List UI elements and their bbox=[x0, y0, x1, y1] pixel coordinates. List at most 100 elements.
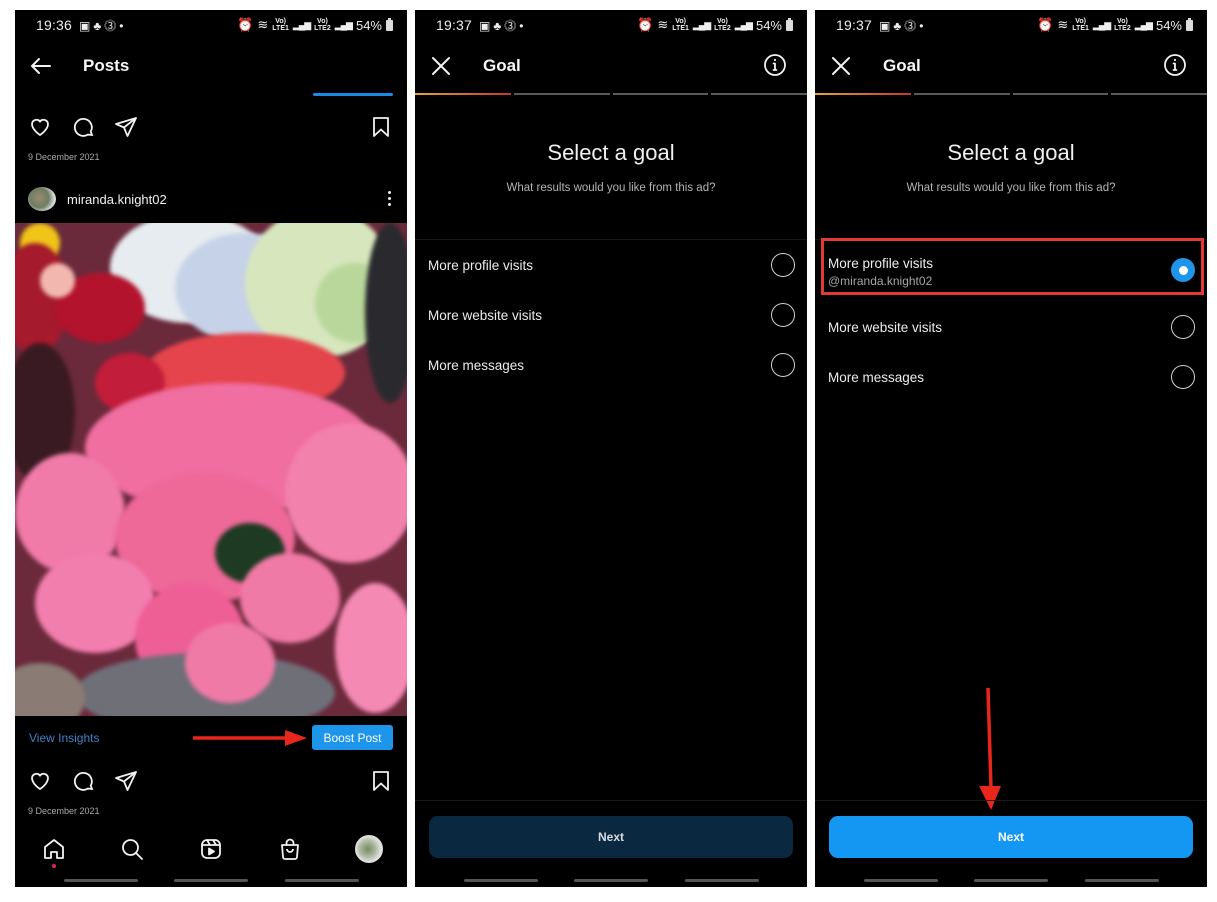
nav-home[interactable] bbox=[39, 834, 69, 864]
back-arrow-icon[interactable] bbox=[29, 54, 53, 78]
step-progress-bar bbox=[415, 93, 807, 95]
bottom-navigation bbox=[15, 830, 407, 870]
nav-search[interactable] bbox=[117, 834, 147, 864]
share-send-icon[interactable] bbox=[114, 115, 138, 139]
status-bar: 19:37 ▣♣⓷• ⏰ ≋ Vo) LTE1 ▂▄▆ Vo) LTE2 ▂▄▆ 54% bbox=[415, 10, 807, 40]
nav-reels[interactable] bbox=[196, 834, 226, 864]
gallery-icon: ▣ bbox=[79, 19, 94, 33]
battery-percent: 54% bbox=[355, 17, 382, 33]
goal-option-messages[interactable]: More messages bbox=[415, 340, 807, 390]
notification-icon: ♣ bbox=[493, 19, 505, 33]
info-icon[interactable] bbox=[763, 53, 787, 77]
page-title: Goal bbox=[483, 56, 521, 75]
close-icon[interactable] bbox=[829, 54, 853, 78]
shield-icon: ⓷ bbox=[504, 19, 520, 33]
system-nav-bar bbox=[174, 879, 248, 882]
dot-icon: • bbox=[919, 19, 927, 33]
lte2-label: Vo) LTE2 bbox=[714, 18, 731, 32]
annotation-arrow-right bbox=[193, 730, 307, 746]
shield-icon: ⓷ bbox=[104, 19, 120, 33]
status-notification-icons: ▣♣⓷• bbox=[879, 17, 926, 34]
search-icon bbox=[122, 839, 143, 860]
system-nav-bar bbox=[1085, 879, 1159, 882]
annotation-arrow-down bbox=[979, 688, 1001, 810]
progress-step-4 bbox=[1111, 93, 1207, 95]
dot-icon: • bbox=[519, 19, 527, 33]
radio-button[interactable] bbox=[1171, 315, 1195, 339]
author-avatar[interactable] bbox=[28, 187, 56, 211]
page-title: Posts bbox=[83, 56, 130, 75]
dot-icon: • bbox=[119, 19, 127, 33]
system-nav-bar bbox=[685, 879, 759, 882]
radio-button[interactable] bbox=[771, 253, 795, 277]
lte1-label: Vo) LTE1 bbox=[672, 18, 689, 32]
progress-step-3 bbox=[1012, 93, 1109, 95]
system-nav-bar bbox=[464, 879, 538, 882]
like-heart-icon[interactable] bbox=[28, 115, 52, 139]
option-label: More messages bbox=[828, 370, 925, 385]
goal-option-messages[interactable]: More messages bbox=[815, 352, 1207, 402]
progress-step-1 bbox=[415, 93, 511, 95]
post-actions-top bbox=[15, 112, 407, 142]
page-title: Goal bbox=[883, 56, 921, 75]
posts-screen: 19:36 ▣♣⓷• ⏰ ≋ Vo) LTE1 ▂▄▆ Vo) LTE2 ▂▄▆ 54%… bbox=[15, 10, 407, 887]
home-icon bbox=[44, 839, 64, 859]
next-button[interactable]: Next bbox=[829, 816, 1193, 858]
share-send-icon[interactable] bbox=[114, 769, 138, 793]
info-icon[interactable] bbox=[1163, 53, 1187, 77]
lte1-label: Vo) LTE1 bbox=[1072, 18, 1089, 32]
status-time: 19:36 bbox=[36, 17, 73, 33]
nav-shop[interactable] bbox=[275, 834, 305, 864]
system-nav-bar bbox=[864, 879, 938, 882]
goal-subheading: What results would you like from this ad… bbox=[506, 182, 716, 194]
like-heart-icon[interactable] bbox=[28, 769, 52, 793]
author-username[interactable]: miranda.knight02 bbox=[67, 192, 167, 207]
status-system-icons: ⏰ ≋ Vo) LTE1 ▂▄▆ Vo) LTE2 ▂▄▆ 54% bbox=[637, 17, 793, 33]
notification-icon: ♣ bbox=[93, 19, 105, 33]
goal-option-website-visits[interactable]: More website visits bbox=[815, 302, 1207, 352]
radio-button[interactable] bbox=[1171, 365, 1195, 389]
boost-post-button[interactable]: Boost Post bbox=[312, 725, 393, 750]
step-progress-bar bbox=[815, 93, 1207, 95]
lte2-label: Vo) LTE2 bbox=[314, 18, 331, 32]
system-nav-bar bbox=[974, 879, 1048, 882]
posts-header: Posts bbox=[15, 46, 407, 86]
gallery-icon: ▣ bbox=[879, 19, 894, 33]
next-button-disabled[interactable]: Next bbox=[429, 816, 793, 858]
goal-header: Goal bbox=[815, 46, 1207, 86]
view-insights-link[interactable]: View Insights bbox=[29, 731, 99, 745]
status-system-icons: ⏰ ≋ Vo) LTE1 ▂▄▆ Vo) LTE2 ▂▄▆ 54% bbox=[237, 17, 393, 33]
system-nav-bar bbox=[574, 879, 648, 882]
post-date: 9 December 2021 bbox=[28, 806, 100, 816]
progress-step-2 bbox=[513, 93, 610, 95]
wifi-icon: ≋ bbox=[1057, 17, 1069, 32]
close-icon[interactable] bbox=[429, 54, 453, 78]
radio-button-selected[interactable] bbox=[1171, 258, 1195, 282]
radio-button[interactable] bbox=[771, 353, 795, 377]
status-bar: 19:37 ▣♣⓷• ⏰ ≋ Vo) LTE1 ▂▄▆ Vo) LTE2 ▂▄▆ 54% bbox=[815, 10, 1207, 40]
goal-header: Goal bbox=[415, 46, 807, 86]
signal-icon: ▂▄▆ bbox=[734, 19, 753, 30]
bookmark-icon[interactable] bbox=[369, 115, 393, 139]
wifi-icon: ≋ bbox=[657, 17, 669, 32]
nav-profile[interactable] bbox=[354, 834, 384, 864]
alarm-icon: ⏰ bbox=[637, 17, 654, 32]
comment-icon[interactable] bbox=[72, 115, 96, 139]
comment-icon[interactable] bbox=[72, 769, 96, 793]
progress-step-1 bbox=[815, 93, 911, 95]
goal-option-profile-visits[interactable]: More profile visits @miranda.knight02 bbox=[815, 240, 1207, 300]
notification-icon: ♣ bbox=[893, 19, 905, 33]
option-label: More profile visits bbox=[428, 258, 534, 273]
progress-step-2 bbox=[913, 93, 1010, 95]
radio-button[interactable] bbox=[771, 303, 795, 327]
post-image bbox=[15, 223, 407, 716]
goal-screen-selected: 19:37 ▣♣⓷• ⏰ ≋ Vo) LTE1 ▂▄▆ Vo) LTE2 ▂▄▆ 54%… bbox=[815, 10, 1207, 887]
goal-option-website-visits[interactable]: More website visits bbox=[415, 290, 807, 340]
wifi-icon: ≋ bbox=[257, 17, 269, 32]
status-system-icons: ⏰ ≋ Vo) LTE1 ▂▄▆ Vo) LTE2 ▂▄▆ 54% bbox=[1037, 17, 1193, 33]
goal-option-profile-visits[interactable]: More profile visits bbox=[415, 240, 807, 290]
notification-dot bbox=[52, 864, 56, 868]
bookmark-icon[interactable] bbox=[369, 769, 393, 793]
more-options-icon[interactable] bbox=[386, 191, 392, 209]
battery-icon bbox=[386, 17, 393, 31]
